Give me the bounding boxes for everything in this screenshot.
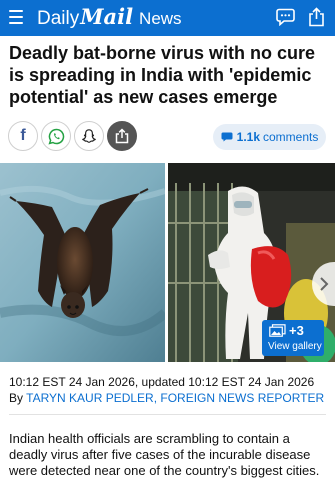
byline: By TARYN KAUR PEDLER, FOREIGN NEWS REPOR… xyxy=(9,391,324,405)
logo-mail: Mail xyxy=(80,4,134,29)
byline-prefix: By xyxy=(9,391,27,405)
divider xyxy=(9,414,326,415)
menu-icon[interactable] xyxy=(9,10,23,24)
facebook-share-button[interactable]: f xyxy=(8,121,38,151)
whatsapp-icon xyxy=(47,128,64,144)
logo-daily: Daily xyxy=(37,8,80,29)
comments-count: 1.1k xyxy=(236,130,260,144)
comments-button[interactable]: 1.1k comments xyxy=(213,124,326,150)
site-logo[interactable]: DailyMail News xyxy=(37,5,182,32)
article-body: Indian health officials are scrambling t… xyxy=(9,431,320,478)
comment-icon[interactable] xyxy=(276,8,295,26)
logo-news: News xyxy=(139,9,182,28)
whatsapp-share-button[interactable] xyxy=(41,121,71,151)
speech-bubble-icon xyxy=(221,132,233,142)
share-icon[interactable] xyxy=(308,7,325,27)
author-link[interactable]: TARYN KAUR PEDLER, FOREIGN NEWS REPORTER xyxy=(26,391,324,405)
gallery-icon xyxy=(269,324,286,337)
comments-label: comments xyxy=(263,130,319,144)
gallery-label: View gallery xyxy=(268,341,322,352)
top-nav-bar: DailyMail News xyxy=(0,0,335,36)
chevron-right-icon xyxy=(319,277,328,291)
more-share-button[interactable] xyxy=(107,121,137,151)
article-headline: Deadly bat-borne virus with no cure is s… xyxy=(9,43,316,107)
snapchat-share-button[interactable] xyxy=(74,121,104,151)
gallery-count: +3 xyxy=(289,323,304,338)
article-timestamp: 10:12 EST 24 Jan 2026, updated 10:12 EST… xyxy=(9,375,315,389)
share-row: f 1.1k comments xyxy=(0,121,335,153)
share-icon xyxy=(115,128,129,144)
bat-photo[interactable] xyxy=(0,163,165,362)
facebook-icon: f xyxy=(20,127,26,144)
view-gallery-button[interactable]: +3 View gallery xyxy=(262,320,324,356)
snapchat-icon xyxy=(81,129,97,143)
